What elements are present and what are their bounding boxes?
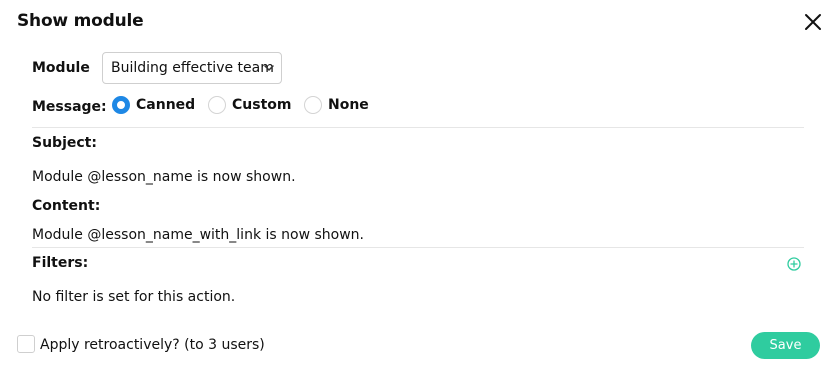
apply-retroactively-checkbox[interactable] xyxy=(17,335,35,353)
radio-custom[interactable]: Custom xyxy=(208,96,291,114)
content-value: Module @lesson_name_with_link is now sho… xyxy=(32,227,364,243)
close-icon xyxy=(805,14,821,30)
subject-value: Module @lesson_name is now shown. xyxy=(32,169,296,185)
apply-retroactively-label: Apply retroactively? (to 3 users) xyxy=(40,337,265,353)
radio-none-indicator[interactable] xyxy=(304,96,322,114)
radio-none[interactable]: None xyxy=(304,96,369,114)
close-button[interactable] xyxy=(802,11,824,33)
radio-custom-indicator[interactable] xyxy=(208,96,226,114)
subject-label: Subject: xyxy=(32,135,97,151)
filters-empty-text: No filter is set for this action. xyxy=(32,289,236,305)
radio-custom-label: Custom xyxy=(232,97,292,113)
radio-canned[interactable]: Canned xyxy=(112,96,195,114)
divider xyxy=(32,247,804,248)
content-label: Content: xyxy=(32,198,101,214)
add-filter-button[interactable] xyxy=(787,256,801,271)
radio-none-label: None xyxy=(328,97,369,113)
filters-label: Filters: xyxy=(32,255,89,271)
module-select[interactable]: Building effective team xyxy=(102,52,282,84)
plus-circle-icon xyxy=(787,257,801,271)
radio-canned-indicator[interactable] xyxy=(112,96,130,114)
radio-canned-label: Canned xyxy=(136,97,196,113)
divider xyxy=(32,127,804,128)
module-label: Module xyxy=(32,60,90,76)
save-button[interactable]: Save xyxy=(751,332,820,359)
show-module-dialog: Show module Module Building effective te… xyxy=(0,0,836,377)
dialog-title: Show module xyxy=(17,11,144,31)
message-label: Message: xyxy=(32,99,107,115)
chevron-down-icon xyxy=(264,65,274,72)
module-select-value: Building effective team xyxy=(111,60,274,76)
